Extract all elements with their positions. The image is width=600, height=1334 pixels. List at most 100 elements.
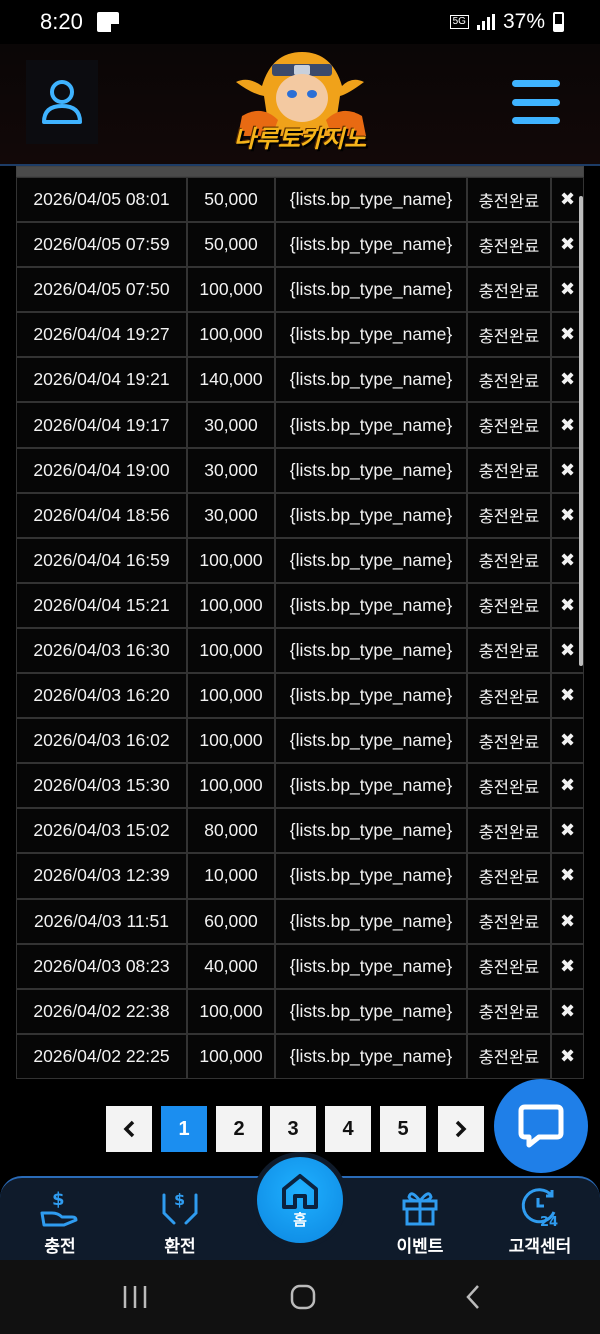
- page-3-button[interactable]: 3: [270, 1106, 316, 1152]
- table-row: 2026/04/02 22:25 100,000 {lists.bp_type_na…: [16, 1033, 584, 1079]
- network-type: 5G: [449, 15, 469, 29]
- row-status: 충전완료: [467, 718, 551, 764]
- row-amount: 100,000: [187, 1033, 275, 1079]
- site-logo[interactable]: 나루토카지노: [212, 46, 388, 160]
- row-date: 2026/04/05 08:01: [16, 177, 187, 223]
- row-date: 2026/04/03 12:39: [16, 853, 187, 899]
- page-2-button[interactable]: 2: [216, 1106, 262, 1152]
- battery-percent: 37%: [502, 10, 545, 33]
- status-bar: 8:20 5G 37%: [0, 0, 600, 44]
- table-row: 2026/04/03 12:39 10,000 {lists.bp_type_nam…: [16, 853, 584, 899]
- back-icon[interactable]: [460, 1282, 490, 1312]
- app-header: 나루토카지노: [0, 44, 600, 166]
- row-amount: 10,000: [187, 853, 275, 899]
- row-date: 2026/04/03 11:51: [16, 898, 187, 944]
- row-date: 2026/04/03 16:02: [16, 718, 187, 764]
- menu-button[interactable]: [508, 74, 564, 130]
- row-date: 2026/04/04 19:21: [16, 357, 187, 403]
- status-time: 8:20: [40, 9, 83, 34]
- row-amount: 100,000: [187, 627, 275, 674]
- row-status: 충전완료: [467, 988, 551, 1034]
- delete-row-button[interactable]: ✖: [551, 943, 584, 989]
- row-type: {lists.bp_type_name}: [275, 1033, 467, 1079]
- table-row: 2026/04/05 07:59 50,000 {lists.bp_type_nam…: [16, 222, 584, 268]
- nav-home[interactable]: 홈: [252, 1152, 348, 1248]
- row-status: 충전완료: [467, 1033, 551, 1079]
- row-date: 2026/04/03 16:30: [16, 627, 187, 674]
- recent-apps-icon[interactable]: [120, 1282, 150, 1312]
- page-4-button[interactable]: 4: [325, 1106, 371, 1152]
- row-status: 충전완료: [467, 627, 551, 674]
- table-row: 2026/04/05 08:01 50,000 {lists.bp_type_nam…: [16, 177, 584, 223]
- system-nav-bar: [0, 1260, 600, 1334]
- hamburger-icon: [512, 80, 560, 87]
- row-amount: 100,000: [187, 312, 275, 358]
- row-date: 2026/04/02 22:38: [16, 988, 187, 1034]
- battery-icon: [553, 12, 564, 32]
- delete-row-button[interactable]: ✖: [551, 898, 584, 944]
- table-header: [16, 166, 584, 177]
- signal-icon: [476, 14, 495, 30]
- next-page-button[interactable]: [438, 1106, 484, 1152]
- table-row: 2026/04/04 19:27 100,000 {lists.bp_type_na…: [16, 312, 584, 358]
- logo-text: 나루토카지노: [233, 126, 367, 153]
- row-type: {lists.bp_type_name}: [275, 402, 467, 448]
- nav-event[interactable]: 이벤트: [370, 1178, 470, 1262]
- delete-row-button[interactable]: ✖: [551, 763, 584, 809]
- delete-row-button[interactable]: ✖: [551, 853, 584, 899]
- delete-row-button[interactable]: ✖: [551, 718, 584, 764]
- deposit-history-table[interactable]: 2026/04/05 08:01 50,000 {lists.bp_type_nam…: [16, 166, 584, 1080]
- table-row: 2026/04/03 08:23 40,000 {lists.bp_type_nam…: [16, 943, 584, 989]
- row-date: 2026/04/03 16:20: [16, 673, 187, 719]
- svg-text:24: 24: [540, 1215, 558, 1228]
- row-amount: 100,000: [187, 718, 275, 764]
- row-type: {lists.bp_type_name}: [275, 988, 467, 1034]
- row-type: {lists.bp_type_name}: [275, 537, 467, 583]
- row-status: 충전완료: [467, 673, 551, 719]
- row-status: 충전완료: [467, 267, 551, 313]
- row-type: {lists.bp_type_name}: [275, 492, 467, 538]
- prev-page-button[interactable]: [106, 1106, 152, 1152]
- home-system-icon[interactable]: [288, 1282, 318, 1312]
- nav-support[interactable]: 24 고객센터: [490, 1178, 590, 1262]
- row-status: 충전완료: [467, 312, 551, 358]
- page-1-button[interactable]: 1: [161, 1106, 207, 1152]
- row-amount: 100,000: [187, 673, 275, 719]
- row-type: {lists.bp_type_name}: [275, 357, 467, 403]
- nav-home-label: 홈: [293, 1211, 307, 1229]
- user-button[interactable]: [26, 60, 98, 144]
- delete-row-button[interactable]: ✖: [551, 808, 584, 854]
- nav-deposit[interactable]: $ 충전: [10, 1178, 110, 1262]
- delete-row-button[interactable]: ✖: [551, 988, 584, 1034]
- table-row: 2026/04/04 19:21 140,000 {lists.bp_type_na…: [16, 357, 584, 403]
- chat-button[interactable]: [494, 1079, 588, 1173]
- row-date: 2026/04/04 19:00: [16, 447, 187, 493]
- row-status: 충전완료: [467, 447, 551, 493]
- delete-row-button[interactable]: ✖: [551, 1033, 584, 1079]
- home-icon: [282, 1173, 318, 1209]
- support-24-icon: 24: [521, 1188, 558, 1228]
- hamburger-line: [512, 98, 560, 106]
- row-status: 충전완료: [467, 898, 551, 944]
- row-type: {lists.bp_type_name}: [275, 222, 467, 268]
- row-amount: 100,000: [187, 988, 275, 1034]
- nav-deposit-label: 충전: [44, 1237, 76, 1256]
- page-5-button[interactable]: 5: [380, 1106, 426, 1152]
- chat-bubble-icon: [518, 1104, 564, 1148]
- row-status: 충전완료: [467, 492, 551, 538]
- row-amount: 30,000: [187, 447, 275, 493]
- row-amount: 30,000: [187, 402, 275, 448]
- row-type: {lists.bp_type_name}: [275, 718, 467, 764]
- table-row: 2026/04/02 22:38 100,000 {lists.bp_type_na…: [16, 988, 584, 1034]
- scrollbar[interactable]: [579, 196, 583, 666]
- table-row: 2026/04/04 19:00 30,000 {lists.bp_type_nam…: [16, 447, 584, 493]
- table-row: 2026/04/03 16:20 100,000 {lists.bp_type_na…: [16, 673, 584, 719]
- row-date: 2026/04/04 16:59: [16, 537, 187, 583]
- row-type: {lists.bp_type_name}: [275, 853, 467, 899]
- nav-withdraw[interactable]: $ 환전: [130, 1178, 230, 1262]
- table-row: 2026/04/03 15:30 100,000 {lists.bp_type_na…: [16, 763, 584, 809]
- row-status: 충전완료: [467, 943, 551, 989]
- row-type: {lists.bp_type_name}: [275, 808, 467, 854]
- delete-row-button[interactable]: ✖: [551, 673, 584, 719]
- exchange-hands-icon: $: [162, 1190, 198, 1225]
